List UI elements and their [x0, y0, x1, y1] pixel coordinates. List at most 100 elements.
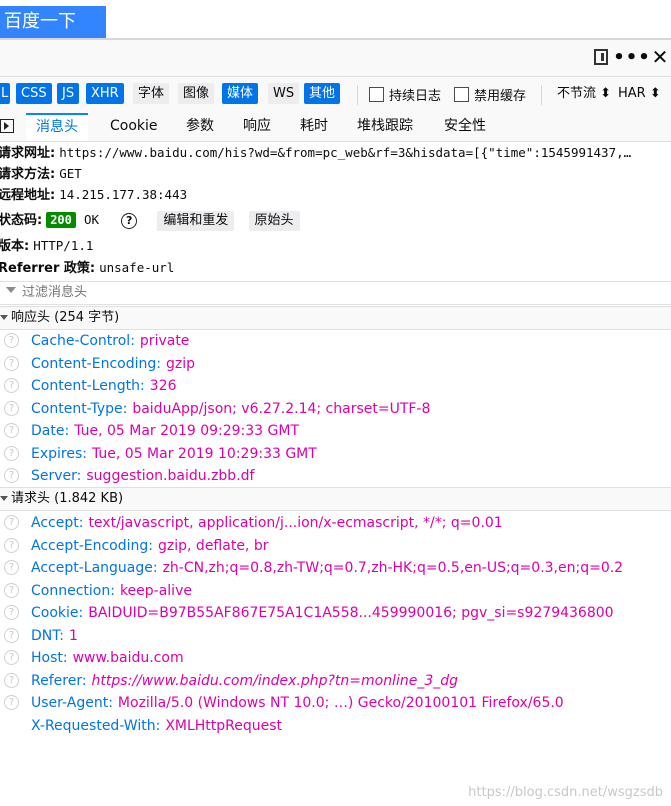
- header-help-icon[interactable]: ?: [4, 605, 19, 620]
- header-help-icon[interactable]: ?: [4, 333, 19, 348]
- header-value: baiduApp/json; v6.27.2.14; charset=UTF-8: [132, 400, 431, 417]
- header-help-icon[interactable]: ?: [4, 423, 19, 438]
- header-row[interactable]: ? Content-Encoding: gzip: [0, 353, 671, 375]
- header-help-icon[interactable]: ?: [4, 468, 19, 483]
- devtools-toolbar: ••• ✕: [0, 40, 671, 77]
- filter-chip-images[interactable]: 图像: [178, 83, 215, 104]
- dock-side-icon[interactable]: [590, 46, 612, 68]
- throttle-select[interactable]: 不节流 ⬍: [557, 84, 611, 104]
- tab-timings[interactable]: 耗时: [300, 113, 328, 141]
- filter-chip-fonts[interactable]: 字体: [133, 83, 170, 104]
- header-entry: Connection: keep-alive: [31, 580, 192, 602]
- remote-address-label: 远程地址:: [0, 188, 56, 203]
- method-value: GET: [59, 166, 82, 181]
- filter-chip-media[interactable]: 媒体: [222, 83, 259, 104]
- header-row[interactable]: X-Requested-With: XMLHttpRequest: [0, 715, 671, 737]
- header-entry: Accept: text/javascript, application/j...…: [31, 512, 503, 534]
- header-entry: DNT: 1: [31, 625, 78, 647]
- header-value: zh-CN,zh;q=0.8,zh-TW;q=0.7,zh-HK;q=0.5,e…: [162, 560, 624, 576]
- request-url-row: 请求网址: https://www.baidu.com/his?wd=&from=…: [0, 142, 631, 164]
- close-icon[interactable]: ✕: [650, 45, 670, 69]
- raw-headers-button[interactable]: 原始头: [248, 211, 300, 231]
- toggle-panel-icon[interactable]: [0, 119, 14, 133]
- response-headers-section[interactable]: 响应头 (254 字节): [0, 306, 671, 330]
- status-text: OK: [84, 212, 100, 227]
- status-badge: 200: [46, 212, 76, 228]
- header-help-icon[interactable]: ?: [4, 378, 19, 393]
- header-help-icon[interactable]: ?: [4, 355, 19, 371]
- header-entry: Host: www.baidu.com: [31, 647, 184, 669]
- header-help-icon[interactable]: ?: [4, 445, 19, 461]
- header-row[interactable]: ? Connection: keep-alive: [0, 580, 671, 602]
- header-help-icon[interactable]: ?: [4, 582, 19, 598]
- watermark: https://blog.csdn.net/wsgzsdb: [468, 785, 663, 800]
- more-options-icon[interactable]: •••: [613, 46, 650, 68]
- checkbox-box[interactable]: [454, 86, 469, 102]
- edit-resend-button[interactable]: 编辑和重发: [157, 211, 235, 231]
- version-label: 版本:: [0, 239, 30, 254]
- tab-cookie[interactable]: Cookie: [110, 113, 158, 141]
- header-row[interactable]: ? Date: Tue, 05 Mar 2019 09:29:33 GMT: [0, 420, 671, 442]
- header-value: XMLHttpRequest: [165, 717, 283, 734]
- header-value: gzip, deflate, br: [158, 537, 269, 554]
- header-row[interactable]: ? Cache-Control: private: [0, 330, 671, 352]
- filter-chip-other[interactable]: 其他: [304, 83, 341, 104]
- header-row[interactable]: ? Cookie: BAIDUID=B97B55AF867E75A1C1A558..…: [0, 602, 671, 624]
- header-row[interactable]: ? Content-Length: 326: [0, 375, 671, 397]
- tab-stack-trace[interactable]: 堆栈跟踪: [357, 113, 413, 141]
- header-name: DNT:: [31, 627, 64, 644]
- filter-chip-ws[interactable]: WS: [268, 83, 300, 104]
- baidu-search-button[interactable]: 百度一下: [0, 6, 106, 38]
- header-value: 1: [68, 627, 78, 644]
- version-value: HTTP/1.1: [33, 238, 94, 253]
- header-value: www.baidu.com: [72, 650, 184, 666]
- separator: [541, 85, 542, 105]
- header-row[interactable]: ? Expires: Tue, 05 Mar 2019 10:29:33 GMT: [0, 443, 671, 465]
- filter-headers-input[interactable]: 过滤消息头: [0, 281, 671, 305]
- header-entry: Expires: Tue, 05 Mar 2019 10:29:33 GMT: [31, 443, 317, 465]
- request-headers-section[interactable]: 请求头 (1.842 KB): [0, 487, 671, 511]
- header-name: Content-Length:: [31, 378, 145, 394]
- tab-security[interactable]: 安全性: [444, 113, 486, 141]
- collapse-twisty-icon[interactable]: [0, 315, 8, 320]
- header-help-icon[interactable]: ?: [4, 560, 19, 575]
- tab-headers[interactable]: 消息头: [26, 113, 88, 141]
- filter-chip-css[interactable]: CSS: [16, 83, 52, 104]
- header-row[interactable]: ? DNT: 1: [0, 625, 671, 647]
- filter-icon: [6, 287, 16, 293]
- referrer-policy-row: Referrer 政策: unsafe-url: [0, 257, 174, 279]
- disable-cache-checkbox[interactable]: 禁用缓存: [454, 84, 526, 104]
- header-row[interactable]: ? Server: suggestion.baidu.zbb.df: [0, 465, 671, 487]
- help-icon[interactable]: ?: [121, 212, 138, 229]
- version-row: 版本: HTTP/1.1: [0, 235, 93, 257]
- header-row[interactable]: ? Accept: text/javascript, application/j..…: [0, 512, 671, 534]
- header-help-icon[interactable]: ?: [4, 695, 19, 710]
- header-value: BAIDUID=B97B55AF867E75A1C1A558...4599900…: [88, 605, 614, 621]
- header-help-icon[interactable]: ?: [4, 627, 19, 643]
- details-tabs: 消息头 Cookie 参数 响应 耗时 堆栈跟踪 安全性: [0, 113, 671, 142]
- header-help-icon[interactable]: ?: [4, 650, 19, 665]
- header-help-icon[interactable]: ?: [4, 515, 19, 530]
- header-row[interactable]: ? Host: www.baidu.com: [0, 647, 671, 669]
- header-row[interactable]: ? Content-Type: baiduApp/json; v6.27.2.14;…: [0, 398, 671, 420]
- header-row[interactable]: ? Referer: https://www.baidu.com/index.php…: [0, 670, 671, 692]
- filter-chip-all[interactable]: L: [0, 83, 10, 104]
- header-name: Accept:: [31, 515, 84, 531]
- header-row[interactable]: ? User-Agent: Mozilla/5.0 (Windows NT 10.0…: [0, 692, 671, 714]
- tab-params[interactable]: 参数: [186, 113, 214, 141]
- header-row[interactable]: ? Accept-Encoding: gzip, deflate, br: [0, 535, 671, 557]
- header-entry: Referer: https://www.baidu.com/index.php?…: [31, 670, 458, 692]
- filter-chip-js[interactable]: JS: [57, 83, 80, 104]
- tab-response[interactable]: 响应: [243, 113, 271, 141]
- har-menu[interactable]: HAR ⬍: [618, 84, 661, 104]
- header-help-icon[interactable]: ?: [4, 400, 19, 416]
- header-help-icon[interactable]: ?: [4, 537, 19, 553]
- header-row[interactable]: ? Accept-Language: zh-CN,zh;q=0.8,zh-TW;q=…: [0, 557, 671, 579]
- collapse-twisty-icon[interactable]: [0, 496, 8, 501]
- header-name: Accept-Language:: [31, 560, 158, 576]
- header-help-icon[interactable]: ?: [4, 672, 19, 688]
- checkbox-box[interactable]: [369, 86, 384, 102]
- filter-chip-xhr[interactable]: XHR: [86, 83, 124, 104]
- header-entry: Cache-Control: private: [31, 330, 189, 352]
- persist-logs-checkbox[interactable]: 持续日志: [369, 84, 441, 104]
